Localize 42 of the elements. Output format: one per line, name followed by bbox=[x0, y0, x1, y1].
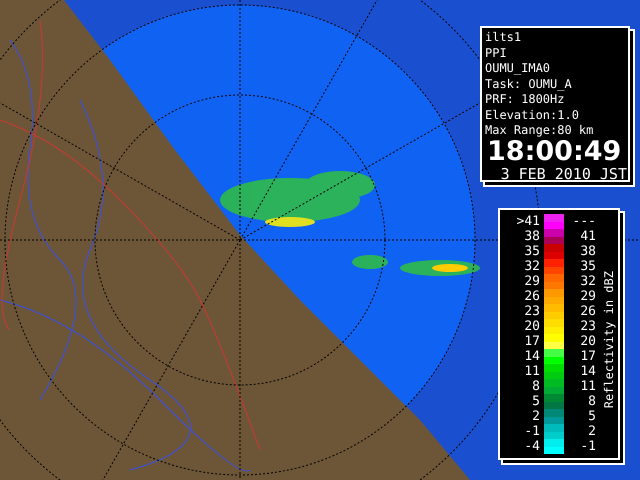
legend-label: 35 bbox=[523, 244, 540, 259]
date-text: 3 FEB 2010 JST bbox=[500, 164, 627, 182]
legend-label: 20 bbox=[523, 319, 540, 334]
info-text: PRF: 1800Hz bbox=[485, 92, 566, 108]
legend-label: 38 bbox=[523, 229, 540, 244]
legend-label: 14 bbox=[579, 364, 596, 379]
legend-label: 32 bbox=[523, 259, 540, 274]
legend-label: 17 bbox=[579, 349, 596, 364]
legend-label: 26 bbox=[523, 289, 540, 304]
legend-label: 2 bbox=[531, 409, 540, 424]
legend-label: 5 bbox=[531, 394, 540, 409]
legend-label: -1 bbox=[579, 439, 596, 454]
legend-label: 8 bbox=[531, 379, 540, 394]
info-text: OUMU_IMA0 bbox=[485, 61, 552, 76]
legend-label: --- bbox=[572, 214, 596, 229]
legend-label: 8 bbox=[587, 394, 596, 409]
legend-label: 38 bbox=[579, 244, 596, 259]
info-text: Task: OUMU_A bbox=[485, 76, 573, 92]
info-text: Elevation:1.0 bbox=[485, 108, 580, 123]
legend-label: 32 bbox=[579, 274, 596, 289]
legend-label: -4 bbox=[523, 439, 540, 454]
legend-label: 20 bbox=[579, 334, 596, 349]
legend-label: 35 bbox=[579, 259, 596, 274]
legend-label: >41 bbox=[516, 214, 540, 229]
legend-title: Reflectivity in dBZ bbox=[602, 271, 616, 409]
info-text: PPI bbox=[485, 46, 508, 61]
info-text: Max Range:80 km bbox=[485, 123, 594, 138]
legend-label: 29 bbox=[579, 289, 596, 304]
legend-label: 26 bbox=[579, 304, 596, 319]
legend-label: 23 bbox=[579, 319, 596, 334]
legend-label: 17 bbox=[523, 334, 540, 349]
legend-label: 14 bbox=[523, 349, 540, 364]
legend-label: 41 bbox=[579, 229, 596, 244]
info-text: ilts1 bbox=[485, 30, 522, 46]
legend-label: 5 bbox=[587, 409, 596, 424]
legend-label: -1 bbox=[523, 424, 540, 439]
legend-label: 11 bbox=[579, 379, 596, 394]
legend-label: 11 bbox=[523, 364, 540, 379]
legend-label: 29 bbox=[523, 274, 540, 289]
legend-label: 2 bbox=[587, 424, 596, 439]
time-text: 18:00:49 bbox=[487, 138, 622, 164]
legend-label: 23 bbox=[523, 304, 540, 319]
